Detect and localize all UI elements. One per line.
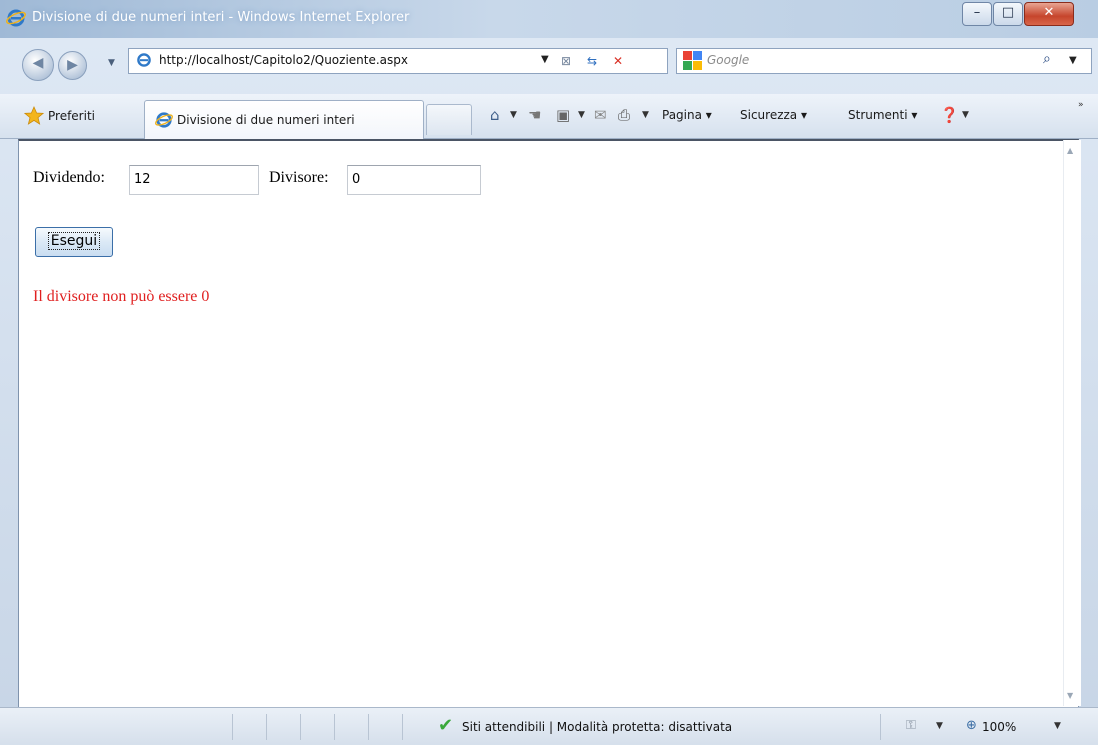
tab-current[interactable]: Divisione di due numeri interi	[144, 100, 424, 139]
maximize-icon: □	[1001, 5, 1015, 20]
ie-logo-icon	[6, 9, 26, 27]
zoom-level[interactable]: 100%	[982, 720, 1016, 734]
print-icon[interactable]: ⎙	[618, 106, 630, 124]
status-divider	[402, 714, 403, 740]
favorites-label: Preferiti	[48, 109, 95, 123]
navigation-bar: ◀ ▶ ▼ http://localhost/Capitolo2/Quozien…	[0, 38, 1098, 94]
maximize-button[interactable]: □	[993, 2, 1023, 26]
dividendo-label: Dividendo:	[33, 169, 105, 186]
status-divider	[266, 714, 267, 740]
browser-window: Divisione di due numeri interi - Windows…	[0, 0, 1098, 745]
forward-button[interactable]: ▶	[58, 51, 87, 80]
feeds-icon[interactable]: ▣	[556, 106, 570, 124]
minimize-icon: –	[973, 5, 981, 20]
url-text[interactable]: http://localhost/Capitolo2/Quoziente.asp…	[159, 53, 408, 67]
star-icon	[24, 106, 44, 125]
status-divider	[368, 714, 369, 740]
zoom-icon[interactable]: ⊕	[966, 718, 977, 733]
security-zone-text[interactable]: Siti attendibili | Modalità protetta: di…	[462, 720, 732, 734]
history-dropdown[interactable]: ▼	[108, 58, 115, 68]
search-dropdown[interactable]: ▼	[1069, 55, 1077, 66]
address-bar[interactable]: http://localhost/Capitolo2/Quoziente.asp…	[128, 48, 668, 74]
refresh-icon[interactable]: ⇆	[583, 52, 601, 70]
vertical-scrollbar[interactable]: ▲ ▼	[1063, 140, 1081, 706]
menu-strumenti-label: Strumenti	[848, 108, 908, 122]
help-icon[interactable]: ❓	[940, 106, 959, 124]
compatibility-icon[interactable]: ⊠	[557, 52, 575, 70]
address-dropdown[interactable]: ▼	[541, 54, 549, 65]
back-button[interactable]: ◀	[22, 49, 54, 81]
menu-pagina[interactable]: Pagina ▾	[662, 108, 712, 122]
esegui-button[interactable]: Esegui	[35, 227, 113, 257]
scroll-up-icon[interactable]: ▲	[1067, 146, 1073, 155]
back-arrow-icon: ◀	[32, 55, 44, 71]
hand-icon[interactable]: ☚	[528, 106, 541, 124]
tab-label: Divisione di due numeri interi	[177, 113, 355, 127]
status-divider	[334, 714, 335, 740]
tab-ie-icon	[155, 112, 173, 128]
stop-icon[interactable]: ✕	[609, 52, 627, 70]
new-tab-button[interactable]	[426, 104, 472, 135]
status-divider	[232, 714, 233, 740]
close-button[interactable]: ✕	[1024, 2, 1074, 26]
forward-arrow-icon: ▶	[67, 57, 78, 73]
menu-strumenti[interactable]: Strumenti ▾	[848, 108, 917, 122]
title-bar: Divisione di due numeri interi - Windows…	[0, 0, 1098, 38]
window-title: Divisione di due numeri interi - Windows…	[32, 10, 410, 25]
zoom-dropdown[interactable]: ▼	[1054, 721, 1061, 731]
check-icon: ✔	[438, 715, 454, 736]
google-icon	[683, 51, 702, 70]
status-bar: ✔ Siti attendibili | Modalità protetta: …	[0, 707, 1098, 745]
mail-icon[interactable]: ✉	[594, 106, 607, 124]
page-ie-icon	[137, 53, 151, 67]
minimize-button[interactable]: –	[962, 2, 992, 26]
home-dropdown[interactable]: ▼	[510, 110, 517, 120]
zone-dropdown[interactable]: ▼	[936, 721, 943, 731]
scroll-down-icon[interactable]: ▼	[1067, 691, 1073, 700]
search-icon[interactable]: ⌕	[1043, 51, 1051, 67]
esegui-button-label: Esegui	[47, 232, 101, 250]
dividendo-input[interactable]: 12	[129, 165, 259, 195]
home-icon[interactable]: ⌂	[490, 106, 500, 124]
search-box[interactable]: Google ⌕ ▼	[676, 48, 1092, 74]
divisore-label: Divisore:	[269, 169, 329, 186]
menu-sicurezza-label: Sicurezza	[740, 108, 798, 122]
status-divider	[880, 714, 881, 740]
page-content: Dividendo: 12 Divisore: 0 Esegui Il divi…	[18, 139, 1079, 710]
search-placeholder: Google	[707, 53, 750, 67]
feeds-dropdown[interactable]: ▼	[578, 110, 585, 120]
status-divider	[300, 714, 301, 740]
print-dropdown[interactable]: ▼	[642, 110, 649, 120]
zone-icon[interactable]: ⚿	[906, 718, 916, 733]
menu-pagina-label: Pagina	[662, 108, 702, 122]
close-icon: ✕	[1043, 5, 1055, 20]
error-message: Il divisore non può essere 0	[33, 288, 210, 305]
tab-bar: Preferiti Divisione di due numeri interi…	[0, 94, 1098, 139]
menu-sicurezza[interactable]: Sicurezza ▾	[740, 108, 807, 122]
divisore-input[interactable]: 0	[347, 165, 481, 195]
chevron-more-icon[interactable]: »	[1078, 100, 1084, 110]
help-dropdown[interactable]: ▼	[962, 110, 969, 120]
